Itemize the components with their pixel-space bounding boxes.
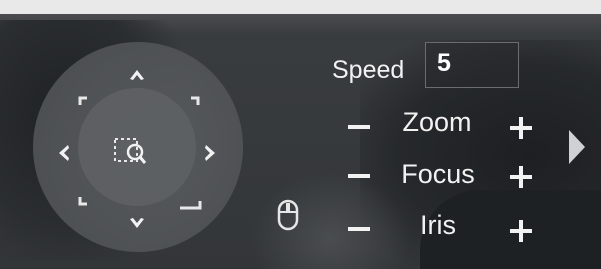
iris-close-button[interactable] — [346, 216, 372, 242]
iris-label: Iris — [420, 210, 456, 240]
ptz-up-left-button[interactable] — [70, 88, 96, 114]
arrow-up-icon — [130, 70, 144, 80]
arrow-down-icon — [130, 218, 144, 228]
focus-label: Focus — [401, 159, 475, 189]
iris-open-button[interactable] — [508, 218, 534, 244]
minus-icon — [348, 125, 370, 129]
zoom-label: Zoom — [402, 107, 472, 137]
arrow-right-icon — [205, 145, 215, 161]
zoom-out-button[interactable] — [346, 114, 372, 140]
ptz-down-right-button[interactable] — [178, 192, 204, 218]
speed-input[interactable] — [425, 42, 519, 88]
ptz-control-panel: Speed Zoom Focus Iris — [0, 0, 601, 269]
ptz-up-button[interactable] — [124, 62, 150, 88]
focus-near-button[interactable] — [346, 163, 372, 189]
speed-label: Speed — [332, 56, 405, 84]
ptz-area-zoom-button[interactable] — [113, 136, 153, 170]
ptz-up-right-button[interactable] — [182, 88, 208, 114]
arrow-up-right-icon — [191, 96, 200, 105]
arrow-left-icon — [59, 145, 69, 161]
zoom-in-button[interactable] — [508, 115, 534, 141]
ptz-left-button[interactable] — [51, 140, 77, 166]
arrow-down-left-icon — [78, 197, 87, 206]
ptz-down-button[interactable] — [124, 210, 150, 236]
arrow-up-left-icon — [78, 96, 87, 105]
minus-icon — [348, 227, 370, 231]
focus-far-button[interactable] — [508, 164, 534, 190]
camera-scene-top-bar — [0, 0, 601, 14]
zoom-to-area-icon — [114, 138, 147, 164]
camera-scene-shade — [0, 14, 601, 34]
arrow-down-right-icon — [180, 201, 202, 210]
ptz-down-left-button[interactable] — [70, 188, 96, 214]
minus-icon — [348, 174, 370, 178]
mouse-icon — [277, 199, 299, 231]
chevron-right-icon[interactable] — [566, 127, 588, 167]
ptz-right-button[interactable] — [197, 140, 223, 166]
